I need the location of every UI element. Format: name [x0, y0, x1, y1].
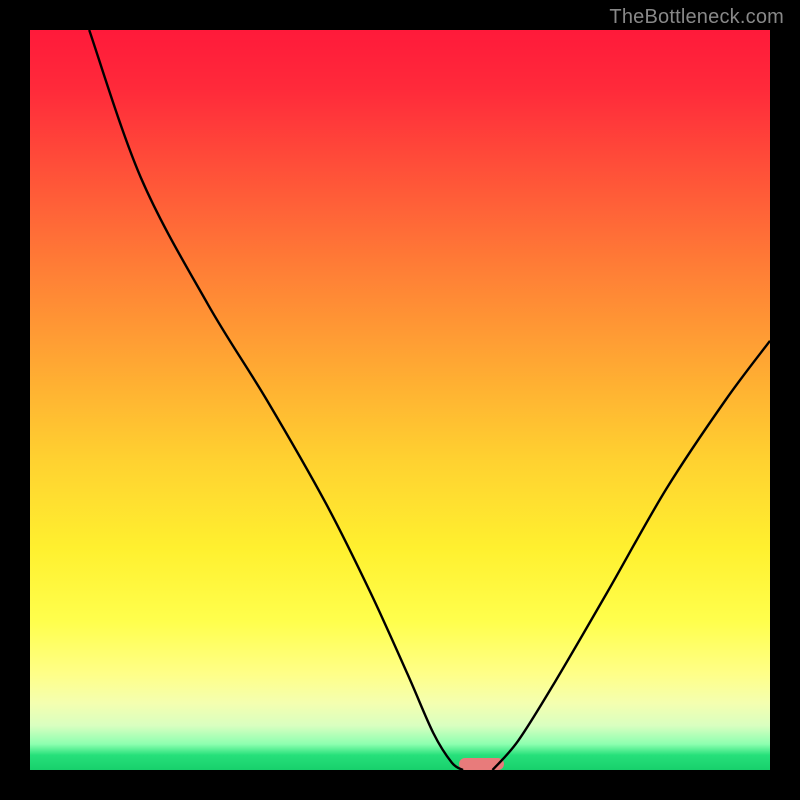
- right-branch-path: [493, 341, 771, 770]
- bottleneck-curve: [30, 30, 770, 770]
- plot-area: [30, 30, 770, 770]
- left-branch-path: [89, 30, 463, 770]
- watermark-text: TheBottleneck.com: [609, 6, 784, 29]
- chart-root: TheBottleneck.com: [0, 0, 800, 800]
